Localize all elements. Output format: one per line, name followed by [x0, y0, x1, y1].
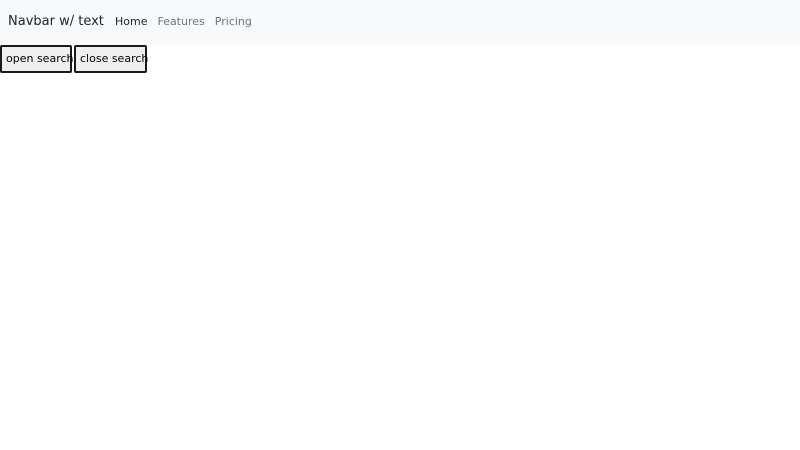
open-search-button[interactable]: open search	[0, 45, 74, 73]
close-search-button[interactable]: close search	[74, 45, 148, 73]
nav-links: Home Features Pricing	[115, 13, 262, 31]
navbar-brand[interactable]: Navbar w/ text	[8, 12, 104, 32]
nav-link-features[interactable]: Features	[157, 13, 204, 31]
navbar: Navbar w/ text Home Features Pricing	[0, 0, 800, 45]
nav-link-pricing[interactable]: Pricing	[215, 13, 252, 31]
nav-link-home[interactable]: Home	[115, 13, 147, 31]
